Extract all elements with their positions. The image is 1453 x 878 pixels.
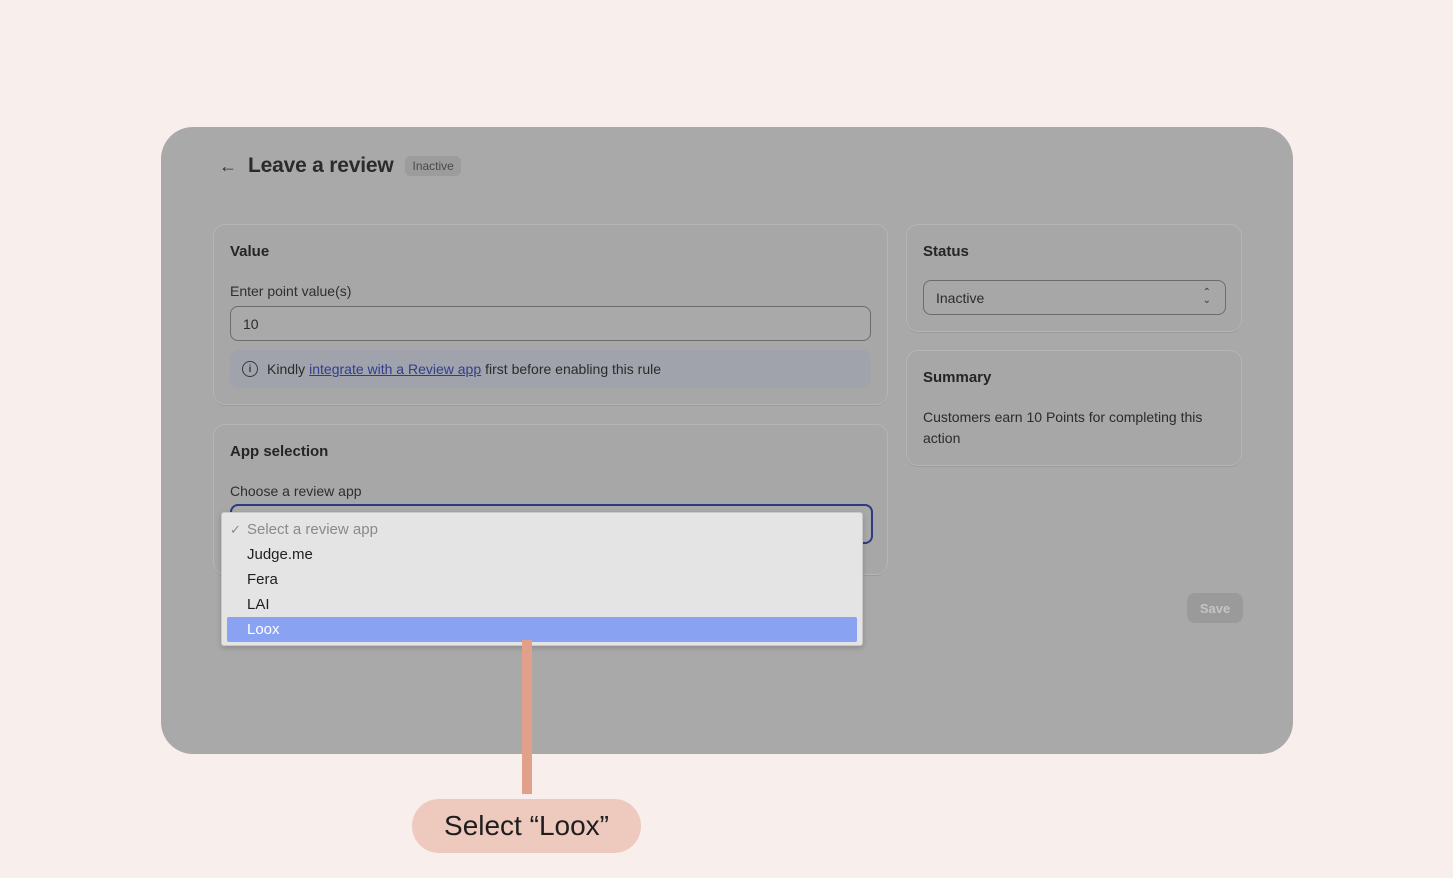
dropdown-option[interactable]: Judge.me [222,542,862,567]
dropdown-option[interactable]: LAI [222,592,862,617]
option-label: Select a review app [247,521,378,538]
info-banner: i Kindly integrate with a Review app fir… [230,350,871,388]
option-label: LAI [247,596,270,613]
dropdown-option-loox[interactable]: Loox [227,617,857,642]
page-header: ← Leave a review Inactive [218,153,461,179]
info-icon: i [242,361,258,377]
integrate-review-app-link[interactable]: integrate with a Review app [309,361,481,377]
arrow-left-icon[interactable]: ← [218,156,238,176]
status-card-title: Status [923,243,969,260]
app-window: ← Leave a review Inactive Value Enter po… [161,127,1293,754]
choose-review-app-label: Choose a review app [230,483,362,499]
callout-connector [522,640,532,794]
checkmark-icon: ✓ [230,521,241,537]
app-selection-title: App selection [230,443,329,460]
value-card-title: Value [230,243,270,260]
banner-suffix: first before enabling this rule [485,361,662,377]
point-value-label: Enter point value(s) [230,283,352,299]
review-app-dropdown: ✓ Select a review app Judge.me Fera LAI … [221,512,863,646]
status-card: Status Inactive ⌃ ⌄ [906,224,1242,332]
summary-card: Summary Customers earn 10 Points for com… [906,350,1242,466]
summary-card-title: Summary [923,369,992,386]
dropdown-option[interactable]: Fera [222,567,862,592]
banner-prefix: Kindly [267,361,306,377]
option-label: Loox [247,621,280,638]
point-value-input[interactable]: 10 [230,306,871,341]
summary-text: Customers earn 10 Points for completing … [923,409,1203,446]
option-label: Judge.me [247,546,313,563]
save-button[interactable]: Save [1187,593,1243,623]
page-title: Leave a review [248,154,394,177]
chevron-up-down-icon: ⌃ ⌄ [1202,287,1211,306]
status-badge: Inactive [405,156,461,176]
option-label: Fera [247,571,278,588]
instruction-callout: Select “Loox” [412,799,641,853]
value-card: Value Enter point value(s) 10 i Kindly i… [213,224,888,405]
status-select[interactable]: Inactive ⌃ ⌄ [923,280,1226,315]
status-select-value: Inactive [936,289,985,306]
dropdown-option[interactable]: ✓ Select a review app [222,517,862,542]
